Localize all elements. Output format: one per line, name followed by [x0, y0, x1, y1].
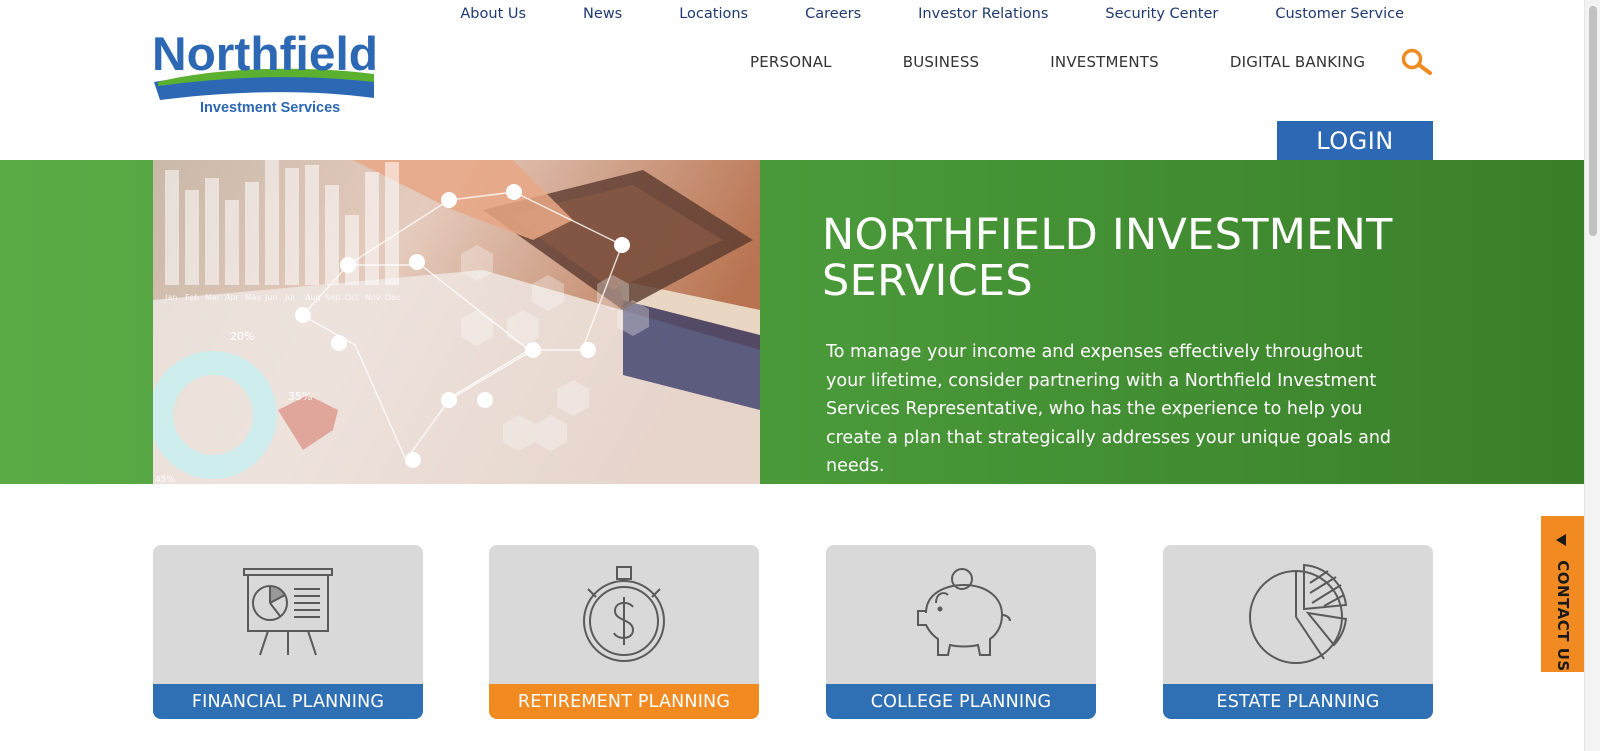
util-nav-about-us[interactable]: About Us — [460, 6, 526, 22]
piggy-bank-icon — [917, 568, 1011, 656]
contact-us-label: CONTACT US — [1554, 560, 1572, 672]
card-estate-planning[interactable]: ESTATE PLANNING — [1163, 545, 1433, 719]
card-label: ESTATE PLANNING — [1163, 684, 1433, 719]
main-nav-personal[interactable]: PERSONAL — [750, 53, 832, 71]
util-nav-customer-service[interactable]: Customer Service — [1275, 6, 1404, 22]
hero-month-label: Jul — [284, 293, 295, 302]
hero-pct-a: 20% — [230, 330, 254, 343]
logo-wordmark: Northfield — [152, 27, 378, 80]
search-icon[interactable] — [1400, 48, 1434, 76]
hero-month-label: Jan — [164, 293, 177, 302]
hero-banner: Jan Feb Mar Apr May Jun Jul Aug Sep Oct … — [0, 160, 1584, 484]
utility-nav: About Us News Locations Careers Investor… — [460, 4, 1404, 24]
hero-description: To manage your income and expenses effec… — [826, 342, 1392, 476]
card-label: RETIREMENT PLANNING — [489, 684, 759, 719]
util-nav-investor-relations[interactable]: Investor Relations — [918, 6, 1048, 22]
contact-us-tab[interactable]: CONTACT US — [1541, 516, 1586, 672]
util-nav-locations[interactable]: Locations — [679, 6, 748, 22]
hero-month-label: Feb — [185, 293, 199, 302]
hero-month-label: Sep — [325, 293, 340, 302]
hero-month-label: Mar — [205, 293, 221, 302]
main-nav-digital-banking[interactable]: DIGITAL BANKING — [1230, 53, 1365, 71]
hero-month-label: May — [245, 293, 262, 302]
util-nav-careers[interactable]: Careers — [805, 6, 861, 22]
card-college-planning[interactable]: COLLEGE PLANNING — [826, 545, 1096, 719]
main-nav-investments[interactable]: INVESTMENTS — [1050, 53, 1159, 71]
logo-tagline: Investment Services — [200, 100, 340, 116]
scrollbar[interactable] — [1584, 0, 1600, 751]
hero-pct-b: 35% — [288, 390, 312, 403]
triangle-left-icon — [1556, 534, 1566, 546]
hero-title: NORTHFIELD INVESTMENT SERVICES — [822, 210, 1393, 306]
hero-month-label: Oct — [345, 293, 359, 302]
card-financial-planning[interactable]: FINANCIAL PLANNING — [153, 545, 423, 719]
main-nav-business[interactable]: BUSINESS — [903, 53, 980, 71]
scrollbar-thumb[interactable] — [1589, 6, 1597, 236]
card-retirement-planning[interactable]: RETIREMENT PLANNING — [489, 545, 759, 719]
northfield-logo[interactable]: Northfield Investment Services — [152, 26, 384, 118]
login-button[interactable]: LOGIN — [1277, 121, 1433, 160]
page: Northfield Investment Services About Us … — [0, 0, 1600, 751]
hero-month-label: Jun — [264, 293, 278, 302]
stopwatch-dollar-icon — [583, 566, 665, 662]
util-nav-security-center[interactable]: Security Center — [1105, 6, 1218, 22]
card-label: FINANCIAL PLANNING — [153, 684, 423, 719]
hero-month-label: Nov — [365, 293, 381, 302]
hero-finance-image: Jan Feb Mar Apr May Jun Jul Aug Sep Oct … — [153, 160, 760, 484]
hero-month-label: Dec — [385, 293, 400, 302]
util-nav-news[interactable]: News — [583, 6, 622, 22]
card-label: COLLEGE PLANNING — [826, 684, 1096, 719]
hero-pct-c: 45% — [155, 475, 175, 484]
hero-month-label: Apr — [225, 293, 240, 302]
main-nav: PERSONAL BUSINESS INVESTMENTS DIGITAL BA… — [750, 51, 1365, 73]
presentation-chart-icon — [243, 568, 333, 656]
pie-chart-icon — [1249, 563, 1348, 664]
